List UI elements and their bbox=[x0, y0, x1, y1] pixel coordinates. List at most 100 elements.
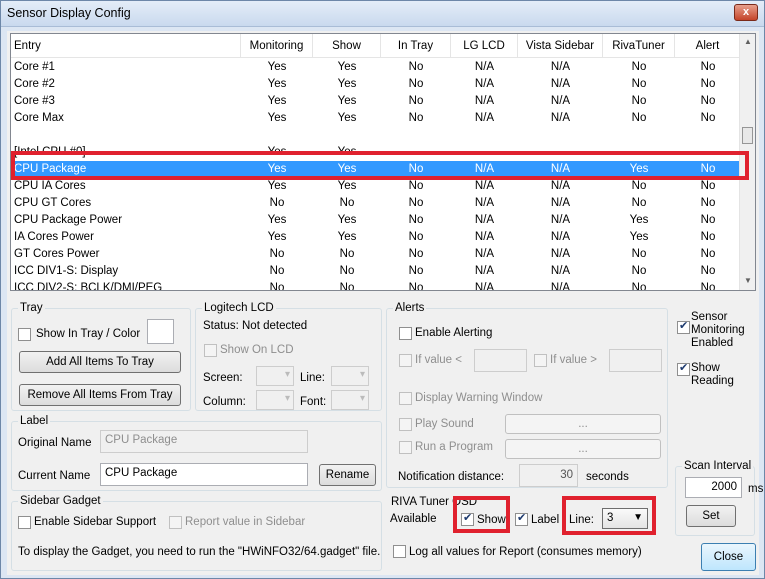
table-cell: Yes bbox=[267, 231, 287, 243]
column-header[interactable]: Show bbox=[313, 34, 381, 58]
column-header[interactable]: LG LCD bbox=[451, 34, 518, 58]
sensor-monitoring-checkbox[interactable] bbox=[677, 319, 690, 334]
table-row[interactable]: Core #1 Yes Yes No N/A N/A No No bbox=[11, 59, 741, 76]
riva-label-label: Label bbox=[531, 514, 560, 526]
table-cell: No bbox=[631, 248, 647, 260]
table-cell: N/A bbox=[550, 61, 571, 73]
table-row[interactable]: CPU IA Cores Yes Yes No N/A N/A No No bbox=[11, 178, 741, 195]
warning-window-label: Display Warning Window bbox=[415, 392, 543, 404]
if-above-checkbox[interactable] bbox=[534, 354, 547, 367]
rename-button[interactable]: Rename bbox=[319, 464, 376, 486]
show-reading-checkbox[interactable] bbox=[677, 361, 690, 376]
show-in-tray-checkbox[interactable] bbox=[18, 328, 31, 341]
table-cell: Yes bbox=[337, 112, 357, 124]
table-cell: No bbox=[631, 180, 647, 192]
logitech-lcd-group-title: Logitech LCD bbox=[202, 301, 276, 315]
column-header[interactable]: Alert bbox=[675, 34, 741, 58]
sound-browse-button[interactable]: ... bbox=[505, 414, 661, 434]
table-cell: N/A bbox=[474, 112, 495, 124]
table-row[interactable]: ICC DIV1-S: Display No No No N/A N/A No No bbox=[11, 263, 741, 280]
alerts-group-title: Alerts bbox=[393, 301, 427, 315]
window-title: Sensor Display Config bbox=[7, 6, 131, 20]
play-sound-checkbox[interactable] bbox=[399, 418, 412, 431]
table-cell: ICC DIV2-S: BCLK/DMI/PEG bbox=[14, 282, 163, 291]
table-cell: N/A bbox=[474, 78, 495, 90]
selected-row-highlight bbox=[11, 151, 749, 180]
table-cell: No bbox=[700, 197, 716, 209]
riva-label-checkbox[interactable] bbox=[515, 511, 528, 526]
table-cell: N/A bbox=[474, 214, 495, 226]
lcd-font-label: Font: bbox=[300, 396, 327, 408]
set-scan-interval-button[interactable]: Set bbox=[686, 505, 736, 527]
window-close-button[interactable]: x bbox=[734, 4, 758, 21]
table-cell bbox=[313, 127, 381, 144]
tray-group: Tray Show In Tray / Color Add All Items … bbox=[11, 301, 191, 411]
log-values-checkbox[interactable] bbox=[393, 545, 406, 558]
table-cell: No bbox=[631, 61, 647, 73]
column-header[interactable]: Vista Sidebar bbox=[518, 34, 603, 58]
column-header[interactable]: RivaTuner bbox=[603, 34, 675, 58]
table-cell: N/A bbox=[474, 265, 495, 277]
table-cell: No bbox=[408, 61, 424, 73]
table-cell: No bbox=[700, 180, 716, 192]
lcd-line-label: Line: bbox=[300, 372, 325, 384]
add-all-to-tray-button[interactable]: Add All Items To Tray bbox=[19, 351, 181, 373]
dialog-client: Entry Monitoring Show In Tray LG LCD Vista Si… bbox=[7, 31, 763, 575]
table-row[interactable]: GT Cores Power No No No N/A N/A No No bbox=[11, 246, 741, 263]
lcd-screen-label: Screen: bbox=[203, 372, 243, 384]
lcd-font-dropdown[interactable] bbox=[331, 390, 369, 410]
column-header[interactable]: Monitoring bbox=[241, 34, 313, 58]
column-header[interactable]: Entry bbox=[11, 34, 241, 58]
table-cell: Yes bbox=[337, 78, 357, 90]
show-on-lcd-checkbox[interactable] bbox=[204, 344, 217, 357]
scroll-thumb[interactable] bbox=[742, 127, 753, 144]
current-name-label: Current Name bbox=[18, 470, 91, 482]
table-cell: CPU Package Power bbox=[14, 214, 123, 226]
table-cell: N/A bbox=[550, 197, 571, 209]
notification-distance-input[interactable]: 30 bbox=[519, 464, 578, 487]
remove-all-from-tray-button[interactable]: Remove All Items From Tray bbox=[19, 384, 181, 406]
if-above-input[interactable] bbox=[609, 349, 662, 372]
lcd-line-dropdown[interactable] bbox=[331, 366, 369, 386]
run-program-checkbox[interactable] bbox=[399, 441, 412, 454]
program-browse-button[interactable]: ... bbox=[505, 439, 661, 459]
table-cell: No bbox=[700, 231, 716, 243]
scroll-up-icon[interactable]: ▲ bbox=[743, 37, 753, 46]
table-cell: No bbox=[700, 265, 716, 277]
enable-sidebar-checkbox[interactable] bbox=[18, 516, 31, 529]
close-button[interactable]: Close bbox=[701, 543, 756, 571]
table-cell: Core #1 bbox=[14, 61, 55, 73]
table-row[interactable]: Core Max Yes Yes No N/A N/A No No bbox=[11, 110, 741, 127]
enable-alerting-checkbox[interactable] bbox=[399, 327, 412, 340]
sensor-monitoring-label: Sensor Monitoring Enabled bbox=[691, 311, 745, 349]
table-row[interactable]: Core #2 Yes Yes No N/A N/A No No bbox=[11, 76, 741, 93]
table-cell: N/A bbox=[474, 61, 495, 73]
lcd-screen-dropdown[interactable] bbox=[256, 366, 294, 386]
table-cell bbox=[675, 127, 741, 144]
table-cell: IA Cores Power bbox=[14, 231, 94, 243]
table-cell bbox=[11, 127, 241, 144]
table-row[interactable]: ICC DIV2-S: BCLK/DMI/PEG No No No N/A N/A No No bbox=[11, 280, 741, 291]
table-cell: Yes bbox=[267, 214, 287, 226]
scroll-down-icon[interactable]: ▼ bbox=[743, 276, 753, 285]
table-row[interactable]: Core #3 Yes Yes No N/A N/A No No bbox=[11, 93, 741, 110]
lcd-column-dropdown[interactable] bbox=[256, 390, 294, 410]
warning-window-checkbox[interactable] bbox=[399, 392, 412, 405]
current-name-input[interactable]: CPU Package bbox=[100, 463, 308, 486]
table-row[interactable]: IA Cores Power Yes Yes No N/A N/A Yes No bbox=[11, 229, 741, 246]
table-cell: No bbox=[408, 265, 424, 277]
report-sidebar-checkbox[interactable] bbox=[169, 516, 182, 529]
sidebar-info-text: To display the Gadget, you need to run t… bbox=[18, 546, 381, 558]
if-below-checkbox[interactable] bbox=[399, 354, 412, 367]
table-row[interactable]: CPU Package Power Yes Yes No N/A N/A Yes No bbox=[11, 212, 741, 229]
scan-interval-input[interactable]: 2000 bbox=[685, 477, 742, 498]
sidebar-gadget-title: Sidebar Gadget bbox=[18, 494, 103, 508]
label-group-title: Label bbox=[18, 414, 51, 428]
if-below-input[interactable] bbox=[474, 349, 527, 372]
table-row[interactable]: CPU GT Cores No No No N/A N/A No No bbox=[11, 195, 741, 212]
table-row[interactable] bbox=[11, 127, 741, 144]
table-cell: Yes bbox=[267, 61, 287, 73]
column-header[interactable]: In Tray bbox=[381, 34, 451, 58]
table-cell: No bbox=[339, 282, 355, 291]
tray-color-swatch[interactable] bbox=[147, 319, 174, 344]
